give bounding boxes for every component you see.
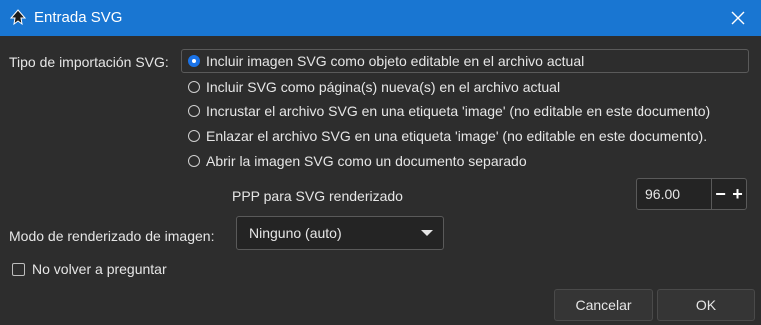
radio-button[interactable] [188, 155, 200, 167]
render-mode-value: Ninguno (auto) [249, 225, 342, 241]
render-mode-dropdown[interactable]: Ninguno (auto) [236, 216, 444, 250]
cancel-button[interactable]: Cancelar [554, 289, 653, 321]
radio-label: Incluir imagen SVG como objeto editable … [206, 53, 585, 69]
render-mode-label: Modo de renderizado de imagen: [9, 228, 215, 244]
increment-button[interactable]: + [729, 179, 746, 209]
radio-option-link-image[interactable]: Enlazar el archivo SVG en una etiqueta '… [188, 125, 707, 147]
radio-option-new-pages[interactable]: Incluir SVG como página(s) nueva(s) en e… [188, 76, 560, 98]
radio-label: Incluir SVG como página(s) nueva(s) en e… [206, 79, 561, 95]
radio-button[interactable] [188, 81, 200, 93]
window-title: Entrada SVG [34, 9, 123, 26]
checkbox-label: No volver a preguntar [32, 261, 167, 277]
radio-option-separate-document[interactable]: Abrir la imagen SVG como un documento se… [188, 150, 527, 172]
radio-button[interactable] [188, 105, 200, 117]
radio-option-embed-image[interactable]: Incrustar el archivo SVG en una etiqueta… [188, 100, 710, 122]
radio-label: Enlazar el archivo SVG en una etiqueta '… [206, 128, 708, 144]
dpi-value-input[interactable]: 96.00 [645, 186, 680, 202]
ok-button[interactable]: OK [657, 289, 755, 321]
dont-ask-again-checkbox-row[interactable]: No volver a preguntar [12, 260, 167, 278]
chevron-down-icon [421, 230, 433, 236]
dialog-body: Tipo de importación SVG: Incluir imagen … [0, 36, 761, 325]
dpi-label: PPP para SVG renderizado [232, 188, 403, 204]
dpi-spinbox: 96.00 − + [636, 178, 747, 210]
title-bar: Entrada SVG [0, 0, 761, 36]
radio-label: Abrir la imagen SVG como un documento se… [206, 153, 527, 169]
radio-button-checked[interactable] [188, 55, 200, 67]
checkbox[interactable] [12, 262, 25, 276]
inkscape-icon [9, 9, 27, 26]
close-button[interactable] [715, 0, 761, 36]
close-icon [731, 11, 745, 25]
radio-label: Incrustar el archivo SVG en una etiqueta… [206, 103, 711, 119]
import-type-label: Tipo de importación SVG: [9, 54, 169, 70]
decrement-button[interactable]: − [712, 179, 729, 209]
radio-option-editable-object[interactable]: Incluir imagen SVG como objeto editable … [181, 49, 749, 73]
radio-button[interactable] [188, 130, 200, 142]
